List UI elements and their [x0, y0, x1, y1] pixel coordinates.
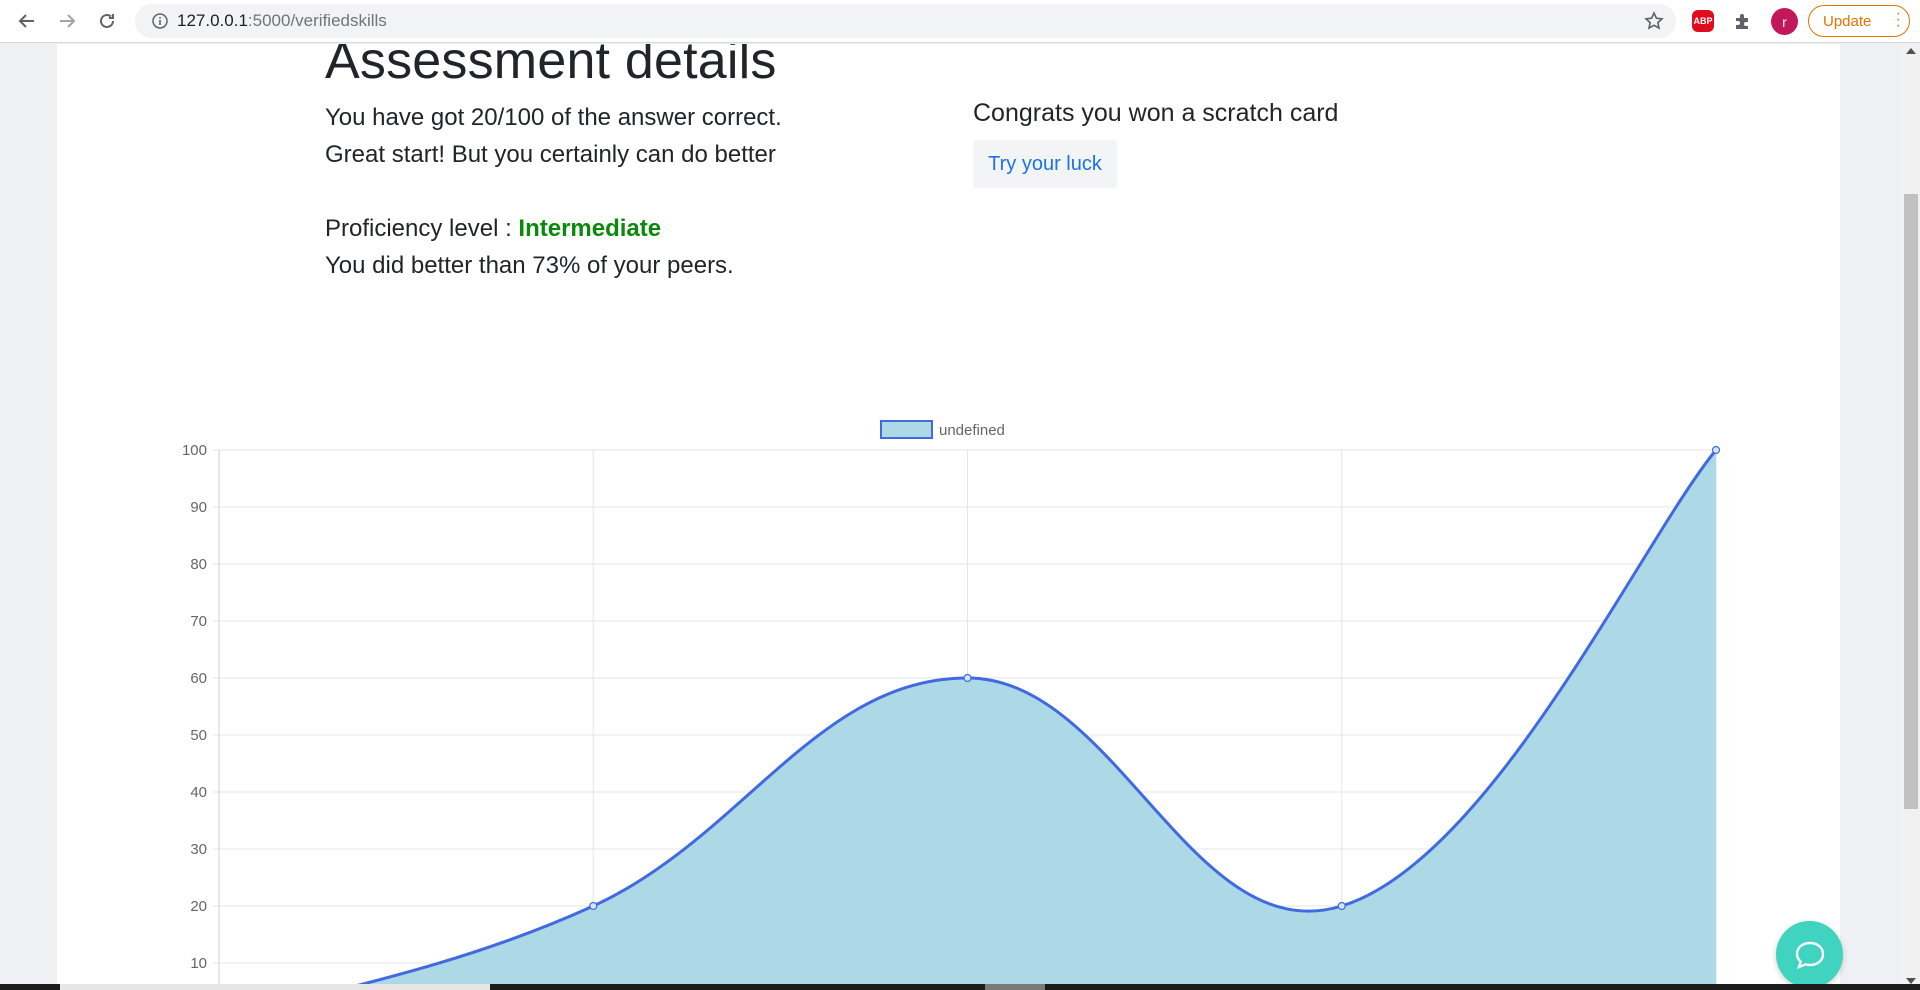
data-point — [1337, 901, 1346, 911]
forward-button[interactable] — [47, 1, 87, 41]
legend-label: undefined — [939, 422, 1005, 439]
reload-button[interactable] — [87, 1, 127, 41]
extensions-button[interactable] — [1730, 8, 1756, 34]
chat-bubble-icon — [1795, 941, 1824, 969]
url-text: 127.0.0.1:5000/verifiedskills — [177, 11, 387, 30]
scrollbar-thumb[interactable] — [1904, 194, 1918, 809]
taskbar-segment — [60, 984, 490, 990]
taskbar-segment — [985, 984, 1045, 990]
y-tick-label: 20 — [190, 898, 207, 915]
more-menu-icon[interactable]: · · · — [1896, 6, 1901, 34]
scroll-up-icon[interactable] — [1906, 48, 1916, 54]
y-tick-label: 90 — [190, 499, 207, 516]
browser-toolbar: 127.0.0.1:5000/verifiedskills ABP r Upda… — [0, 0, 1920, 43]
y-tick-label: 60 — [190, 670, 207, 687]
y-tick-label: 40 — [190, 784, 207, 801]
y-tick-label: 30 — [190, 841, 207, 858]
adblock-icon: ABP — [1692, 10, 1714, 32]
reload-icon — [100, 13, 114, 28]
data-point — [1711, 445, 1721, 455]
address-bar[interactable]: 127.0.0.1:5000/verifiedskills — [135, 4, 1676, 38]
y-tick-label: 70 — [190, 613, 207, 630]
puzzle-icon — [1736, 14, 1748, 29]
taskbar-strip — [0, 984, 1920, 990]
star-icon[interactable] — [1644, 11, 1664, 36]
page-viewport: Assessment details You have got 20/100 o… — [0, 44, 1902, 984]
info-icon[interactable] — [143, 13, 177, 29]
adblock-extension[interactable]: ABP — [1690, 8, 1716, 34]
data-point — [963, 673, 972, 683]
back-button[interactable] — [7, 1, 47, 41]
update-button[interactable]: Update · · · — [1808, 5, 1910, 37]
legend-swatch — [880, 420, 933, 439]
profile-avatar[interactable]: r — [1771, 8, 1798, 35]
data-point — [589, 901, 598, 911]
arrow-right-icon — [60, 14, 76, 28]
y-tick-label: 100 — [182, 442, 207, 459]
proficiency-chart: 100 90 80 70 60 50 40 30 20 10 undefined — [182, 420, 1721, 984]
y-tick-label: 80 — [190, 556, 207, 573]
y-tick-label: 10 — [190, 955, 207, 972]
chat-button[interactable] — [1776, 921, 1843, 984]
vertical-scrollbar[interactable] — [1902, 44, 1920, 984]
y-tick-label: 50 — [190, 727, 207, 744]
arrow-left-icon — [18, 14, 34, 28]
